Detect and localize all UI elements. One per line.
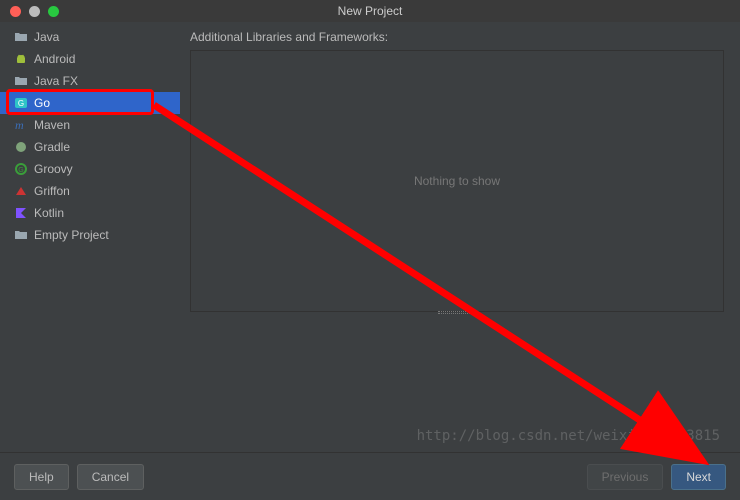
sidebar-item-label: Gradle [34,140,70,154]
resize-handle-icon[interactable] [438,311,476,314]
kotlin-icon [14,206,28,220]
project-type-sidebar: Java Android Java FX G Gom Maven Gradle G Groovy… [0,22,180,452]
m-icon: m [14,118,28,132]
main-panel: Additional Libraries and Frameworks: Not… [180,22,740,452]
previous-button: Previous [587,464,664,490]
zoom-icon[interactable] [48,6,59,17]
svg-text:G: G [18,99,24,108]
next-button[interactable]: Next [671,464,726,490]
libraries-label: Additional Libraries and Frameworks: [190,30,724,44]
sidebar-item-gradle[interactable]: Gradle [0,136,180,158]
sidebar-item-label: Go [34,96,50,110]
dialog-footer: Help Cancel Previous Next [0,452,740,500]
help-button[interactable]: Help [14,464,69,490]
sidebar-item-label: Java FX [34,74,78,88]
window-title: New Project [0,4,740,18]
go-icon: G [14,96,28,110]
sidebar-item-kotlin[interactable]: Kotlin [0,202,180,224]
titlebar: New Project [0,0,740,22]
gradle-icon [14,140,28,154]
sidebar-item-go[interactable]: G Go [0,92,180,114]
sidebar-item-label: Empty Project [34,228,109,242]
folder-icon [14,74,28,88]
sidebar-item-empty-project[interactable]: Empty Project [0,224,180,246]
sidebar-item-maven[interactable]: m Maven [0,114,180,136]
groovy-icon: G [14,162,28,176]
minimize-icon [29,6,40,17]
sidebar-item-label: Android [34,52,75,66]
sidebar-item-griffon[interactable]: Griffon [0,180,180,202]
sidebar-item-label: Java [34,30,59,44]
sidebar-item-label: Griffon [34,184,70,198]
sidebar-item-label: Maven [34,118,70,132]
sidebar-item-java[interactable]: Java [0,26,180,48]
sidebar-item-groovy[interactable]: G Groovy [0,158,180,180]
close-icon[interactable] [10,6,21,17]
folder-icon [14,228,28,242]
svg-text:G: G [18,167,23,174]
libraries-panel[interactable]: Nothing to show [190,50,724,312]
traffic-lights [0,6,59,17]
sidebar-item-label: Kotlin [34,206,64,220]
android-icon [14,52,28,66]
sidebar-item-java-fx[interactable]: Java FX [0,70,180,92]
cancel-button[interactable]: Cancel [77,464,144,490]
svg-text:m: m [15,118,24,132]
sidebar-item-label: Groovy [34,162,73,176]
dialog-body: Java Android Java FX G Gom Maven Gradle G Groovy… [0,22,740,452]
folder-icon [14,30,28,44]
empty-placeholder: Nothing to show [414,174,500,188]
griffon-icon [14,184,28,198]
sidebar-item-android[interactable]: Android [0,48,180,70]
